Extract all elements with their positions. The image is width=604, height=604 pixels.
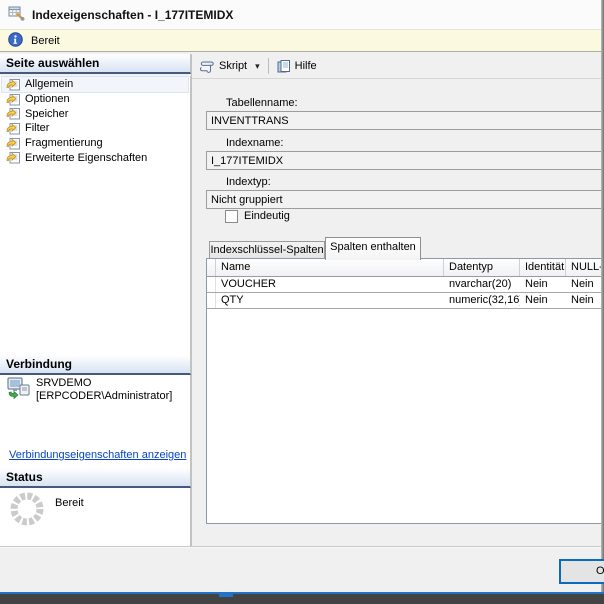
row-selector[interactable] [207, 277, 216, 292]
sidebar-divider [191, 54, 192, 546]
status-panel-header: Status [0, 468, 191, 488]
window-bottom-border [0, 592, 604, 594]
sidebar-item-label: Filter [25, 122, 49, 134]
infobar-text: Bereit [31, 35, 60, 47]
sidebar-item-optionen[interactable]: Optionen [2, 92, 188, 107]
column-header-identity[interactable]: Identität [520, 259, 566, 276]
window-title: Indexeigenschaften - I_177ITEMIDX [32, 8, 233, 22]
help-doc-icon [277, 60, 291, 73]
column-header-name[interactable]: Name [216, 259, 444, 276]
index-properties-dialog: Indexeigenschaften - I_177ITEMIDX Bereit… [0, 0, 604, 604]
table-row[interactable]: QTY numeric(32,16) Nein Nein [207, 293, 604, 309]
page-icon [6, 122, 21, 135]
row-selector[interactable] [207, 293, 216, 308]
sidebar-item-label: Allgemein [25, 78, 73, 90]
script-button[interactable]: Skript [196, 58, 250, 75]
row-selector-header [207, 259, 216, 276]
column-header-datatype[interactable]: Datentyp [444, 259, 520, 276]
sidebar-item-erweiterte-eigenschaften[interactable]: Erweiterte Eigenschaften [2, 150, 188, 165]
index-type-label: Indextyp: [226, 176, 271, 188]
cell-identity: Nein [520, 293, 566, 308]
page-icon [6, 151, 21, 164]
sidebar-item-label: Erweiterte Eigenschaften [25, 152, 147, 164]
script-scroll-icon [199, 60, 215, 73]
page-icon [6, 93, 21, 106]
pages-list: Allgemein Optionen Speicher Filter Fragm… [0, 76, 191, 355]
toolbar-separator [268, 58, 269, 74]
sidebar-item-label: Fragmentierung [25, 137, 103, 149]
progress-ring-icon [8, 490, 46, 531]
connection-account: [ERPCODER\Administrator] [36, 390, 172, 403]
script-dropdown-arrow[interactable]: ▾ [252, 59, 263, 74]
footer-divider-highlight [0, 547, 604, 548]
tab-included-columns[interactable]: Spalten enthalten [325, 237, 421, 260]
ok-button[interactable]: OK [559, 559, 604, 584]
titlebar: Indexeigenschaften - I_177ITEMIDX [0, 0, 604, 29]
script-button-label: Skript [219, 60, 247, 72]
page-icon [6, 78, 21, 91]
dialog-toolbar: Skript ▾ Hilfe [192, 54, 604, 79]
cell-datatype: numeric(32,16) [444, 293, 520, 308]
column-header-null[interactable]: NULL- [566, 259, 604, 276]
unique-checkbox[interactable] [225, 210, 238, 223]
background-window-fragment [219, 594, 233, 597]
status-infobar: Bereit [0, 29, 604, 52]
unique-checkbox-label: Eindeutig [244, 210, 290, 222]
sidebar-item-allgemein[interactable]: Allgemein [2, 77, 188, 92]
table-row[interactable]: VOUCHER nvarchar(20) Nein Nein [207, 277, 604, 293]
page-icon [6, 107, 21, 120]
connection-panel-header: Verbindung [0, 355, 191, 375]
sidebar-item-label: Speicher [25, 108, 68, 120]
sidebar-item-fragmentierung[interactable]: Fragmentierung [2, 136, 188, 151]
view-connection-properties-link[interactable]: Verbindungseigenschaften anzeigen [9, 449, 186, 461]
index-type-field[interactable] [206, 190, 604, 209]
cell-null: Nein [566, 293, 604, 308]
pages-panel-header: Seite auswählen [0, 54, 191, 74]
included-columns-grid: Name Datentyp Identität NULL- VOUCHER nv… [206, 258, 604, 524]
table-name-label: Tabellenname: [226, 97, 298, 109]
status-text: Bereit [55, 497, 84, 509]
sidebar-item-filter[interactable]: Filter [2, 121, 188, 136]
cell-datatype: nvarchar(20) [444, 277, 520, 292]
table-name-field[interactable] [206, 111, 604, 130]
connection-server: SRVDEMO [36, 377, 172, 390]
cell-name: VOUCHER [216, 277, 444, 292]
info-icon [8, 32, 23, 50]
cell-name: QTY [216, 293, 444, 308]
grid-header-row: Name Datentyp Identität NULL- [207, 259, 604, 277]
index-name-label: Indexname: [226, 137, 283, 149]
tab-index-key-columns[interactable]: Indexschlüssel-Spalten [209, 241, 325, 258]
cell-identity: Nein [520, 277, 566, 292]
index-properties-icon [8, 5, 25, 24]
desktop-strip [0, 594, 604, 604]
cell-null: Nein [566, 277, 604, 292]
server-connection-icon [7, 377, 31, 403]
page-icon [6, 137, 21, 150]
index-name-field[interactable] [206, 151, 604, 170]
sidebar-item-label: Optionen [25, 93, 70, 105]
sidebar-item-speicher[interactable]: Speicher [2, 106, 188, 121]
help-button-label: Hilfe [295, 60, 317, 72]
help-button[interactable]: Hilfe [274, 58, 320, 75]
connection-info: SRVDEMO [ERPCODER\Administrator] [7, 377, 187, 403]
